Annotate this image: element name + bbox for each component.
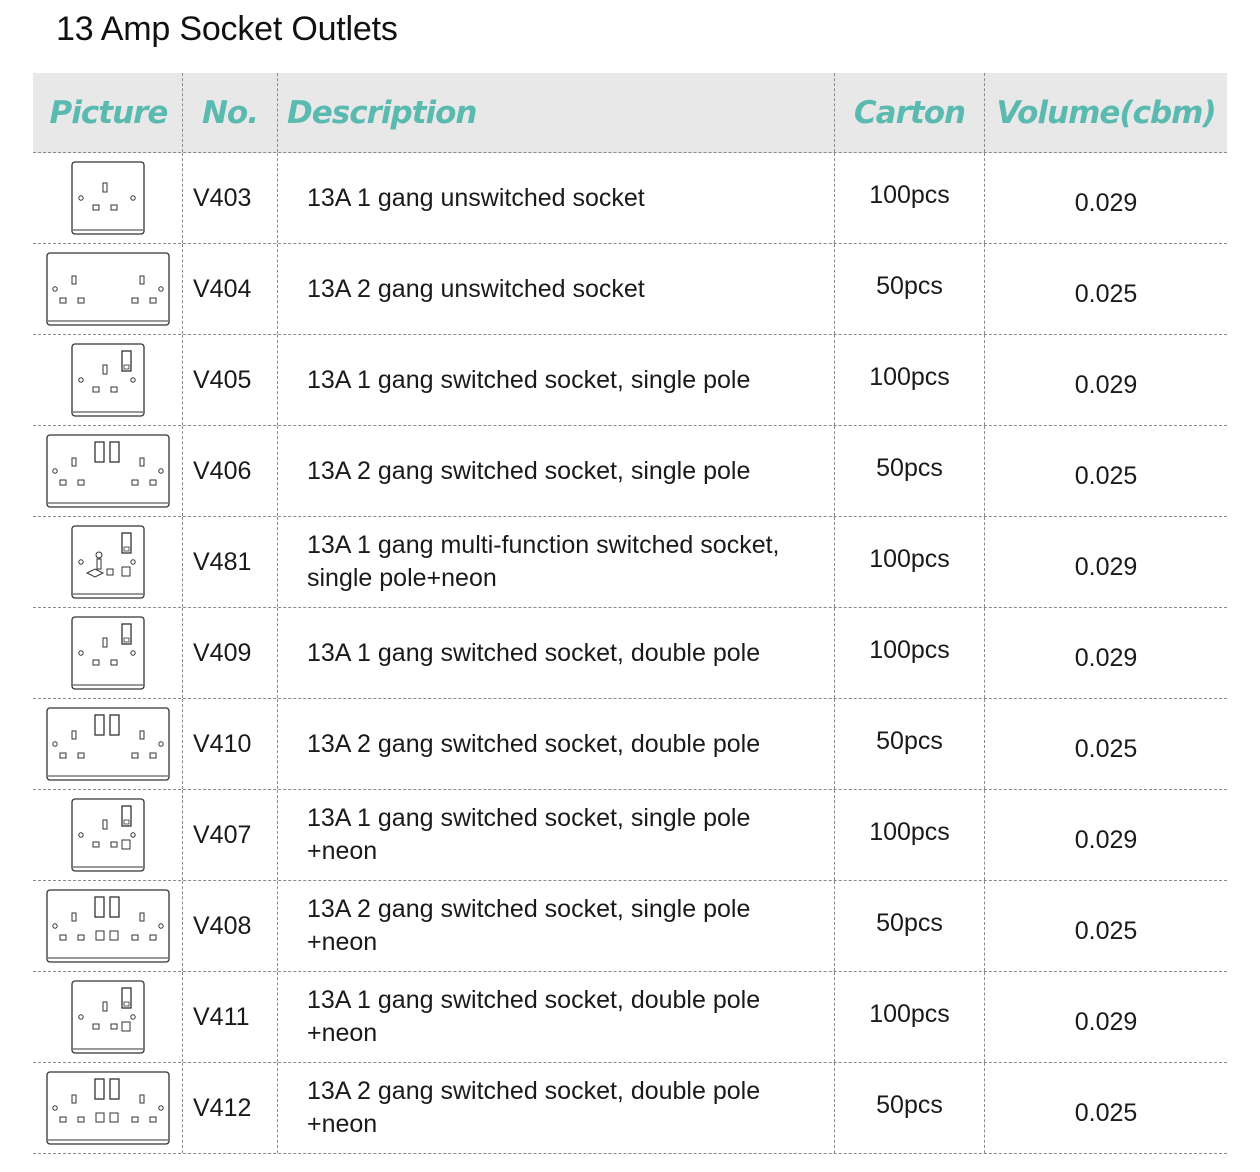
socket-1-gang-switched-icon	[70, 616, 145, 690]
socket-1-gang-switched-neon-icon	[70, 798, 145, 872]
volume-cbm: 0.029	[1074, 1007, 1138, 1036]
socket-picture	[33, 790, 183, 880]
product-number: V412	[183, 1063, 278, 1153]
volume-cbm: 0.029	[1074, 552, 1138, 581]
header-picture: Picture	[33, 73, 183, 152]
header-no: No.	[183, 73, 278, 152]
carton-quantity: 100pcs	[835, 972, 985, 1062]
table-row: V404 13A 2 gang unswitched socket 50pcs 0.0…	[33, 244, 1227, 335]
table-row: V407 13A 1 gang switched socket, single p…	[33, 790, 1227, 881]
product-number: V403	[183, 153, 278, 243]
product-number: V405	[183, 335, 278, 425]
socket-picture	[33, 517, 183, 607]
description-text: 13A 1 gang switched socket, single pole +…	[307, 804, 751, 865]
volume-cbm: 0.029	[1074, 370, 1138, 399]
description-text: 13A 1 gang switched socket, single pole	[307, 365, 751, 394]
product-description: 13A 1 gang unswitched socket	[278, 153, 835, 243]
description-text: 13A 2 gang switched socket, double pole	[307, 729, 761, 758]
socket-picture	[33, 881, 183, 971]
socket-1-gang-unswitched-icon	[70, 161, 145, 235]
product-table: Picture No. Description Carton Volume(cb…	[33, 73, 1227, 1154]
product-description: 13A 2 gang switched socket, single pole	[278, 426, 835, 516]
volume-cbm: 0.029	[1074, 643, 1138, 672]
product-description: 13A 1 gang switched socket, single pole +…	[278, 790, 835, 880]
socket-1-gang-multi-function-icon	[70, 525, 145, 599]
description-text: 13A 1 gang unswitched socket	[307, 183, 645, 212]
product-number: V411	[183, 972, 278, 1062]
description-text: 13A 2 gang switched socket, double pole +…	[307, 1077, 761, 1138]
carton-quantity: 50pcs	[835, 699, 985, 789]
table-row: V403 13A 1 gang unswitched socket 100pcs 0.…	[33, 153, 1227, 244]
socket-picture	[33, 972, 183, 1062]
volume-cbm: 0.025	[1074, 1098, 1138, 1127]
volume-cbm: 0.029	[1074, 825, 1138, 854]
page-title: 13 Amp Socket Outlets	[56, 10, 398, 48]
carton-quantity: 50pcs	[835, 244, 985, 334]
table-row: V409 13A 1 gang switched socket, double p…	[33, 608, 1227, 699]
socket-picture	[33, 153, 183, 243]
socket-1-gang-switched-icon	[70, 343, 145, 417]
socket-picture	[33, 608, 183, 698]
description-text: 13A 1 gang switched socket, double pole	[307, 638, 761, 667]
table-body: V403 13A 1 gang unswitched socket 100pcs 0.…	[33, 153, 1227, 1154]
table-row: V411 13A 1 gang switched socket, double p…	[33, 972, 1227, 1063]
product-description: 13A 1 gang switched socket, double pole	[278, 608, 835, 698]
carton-quantity: 50pcs	[835, 1063, 985, 1153]
header-description: Description	[278, 73, 835, 152]
product-number: V406	[183, 426, 278, 516]
carton-quantity: 100pcs	[835, 335, 985, 425]
socket-picture	[33, 699, 183, 789]
socket-picture	[33, 426, 183, 516]
carton-quantity: 50pcs	[835, 426, 985, 516]
socket-1-gang-switched-neon-icon	[70, 980, 145, 1054]
volume-cbm: 0.025	[1074, 734, 1138, 763]
socket-2-gang-switched-neon-icon	[45, 1071, 170, 1145]
socket-picture	[33, 1063, 183, 1153]
product-number: V404	[183, 244, 278, 334]
product-description: 13A 1 gang switched socket, double pole +…	[278, 972, 835, 1062]
description-text: 13A 2 gang unswitched socket	[307, 274, 645, 303]
volume-cbm: 0.025	[1074, 279, 1138, 308]
product-description: 13A 2 gang switched socket, double pole +…	[278, 1063, 835, 1153]
product-number: V481	[183, 517, 278, 607]
product-number: V409	[183, 608, 278, 698]
volume-cbm: 0.025	[1074, 916, 1138, 945]
table-header: Picture No. Description Carton Volume(cb…	[33, 73, 1227, 153]
volume-cbm: 0.029	[1074, 188, 1138, 217]
product-number: V410	[183, 699, 278, 789]
description-text: 13A 1 gang switched socket, double pole +…	[307, 986, 761, 1047]
table-row: V405 13A 1 gang switched socket, single p…	[33, 335, 1227, 426]
table-row: V406 13A 2 gang switched socket, single p…	[33, 426, 1227, 517]
description-text: 13A 1 gang multi-function switched socke…	[307, 531, 780, 592]
description-text: 13A 2 gang switched socket, single pole +…	[307, 895, 751, 956]
volume-cbm: 0.025	[1074, 461, 1138, 490]
product-description: 13A 2 gang switched socket, single pole +…	[278, 881, 835, 971]
table-row: V412 13A 2 gang switched socket, double p…	[33, 1063, 1227, 1154]
carton-quantity: 100pcs	[835, 517, 985, 607]
socket-2-gang-switched-icon	[45, 707, 170, 781]
carton-quantity: 50pcs	[835, 881, 985, 971]
carton-quantity: 100pcs	[835, 790, 985, 880]
table-row: V410 13A 2 gang switched socket, double p…	[33, 699, 1227, 790]
product-number: V408	[183, 881, 278, 971]
socket-2-gang-unswitched-icon	[45, 252, 170, 326]
socket-2-gang-switched-neon-icon	[45, 889, 170, 963]
table-row: V481 13A 1 gang multi-function switched s…	[33, 517, 1227, 608]
socket-picture	[33, 335, 183, 425]
carton-quantity: 100pcs	[835, 608, 985, 698]
description-text: 13A 2 gang switched socket, single pole	[307, 456, 751, 485]
product-number: V407	[183, 790, 278, 880]
header-carton: Carton	[835, 73, 985, 152]
socket-2-gang-switched-icon	[45, 434, 170, 508]
table-row: V408 13A 2 gang switched socket, single p…	[33, 881, 1227, 972]
product-description: 13A 1 gang multi-function switched socke…	[278, 517, 835, 607]
carton-quantity: 100pcs	[835, 153, 985, 243]
header-volume: Volume(cbm)	[996, 94, 1216, 131]
product-description: 13A 1 gang switched socket, single pole	[278, 335, 835, 425]
socket-picture	[33, 244, 183, 334]
product-description: 13A 2 gang unswitched socket	[278, 244, 835, 334]
product-description: 13A 2 gang switched socket, double pole	[278, 699, 835, 789]
